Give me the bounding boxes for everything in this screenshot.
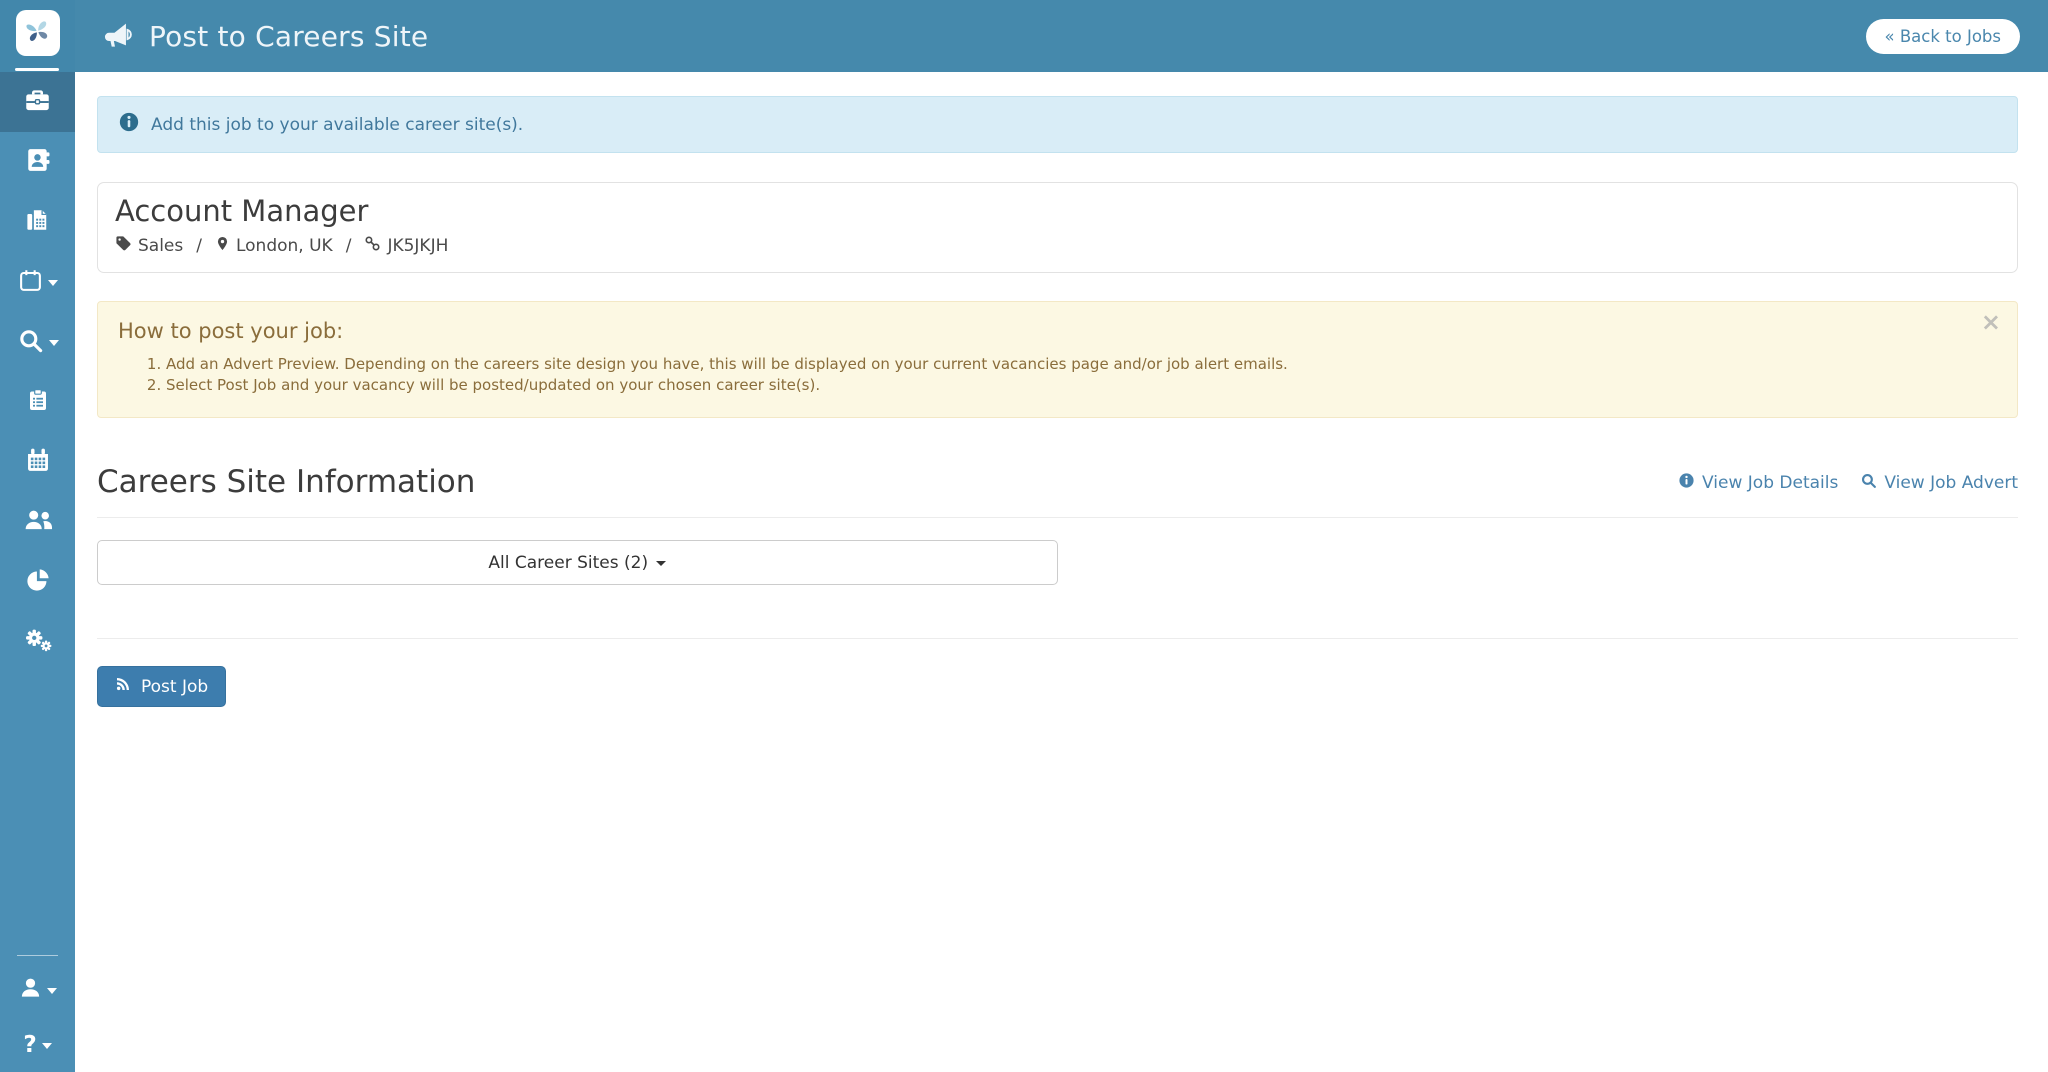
view-job-advert-label: View Job Advert: [1884, 473, 2018, 493]
bullhorn-icon: [103, 20, 132, 53]
how-to-alert: × How to post your job: Add an Advert Pr…: [97, 301, 2018, 418]
caret-down-icon: [656, 561, 666, 566]
job-location: London, UK: [215, 235, 333, 257]
info-banner: Add this job to your available career si…: [97, 96, 2018, 153]
job-location-label: London, UK: [236, 236, 333, 256]
address-book-icon: [25, 147, 51, 177]
clipboard-icon: [26, 387, 50, 417]
meta-separator: /: [193, 236, 205, 256]
sidebar-bottom: ?: [0, 955, 75, 1072]
page-title: Post to Careers Site: [149, 20, 428, 53]
career-sites-dropdown-label: All Career Sites (2): [488, 553, 648, 573]
logo-area: [0, 0, 75, 72]
job-department: Sales: [115, 235, 183, 257]
job-summary-card: Account Manager Sales / London, UK: [97, 182, 2018, 273]
divider: [97, 638, 2018, 639]
meta-separator: /: [343, 236, 355, 256]
chevron-down-icon: [47, 988, 57, 994]
job-title: Account Manager: [115, 194, 2000, 228]
view-job-details-link[interactable]: View Job Details: [1678, 472, 1838, 494]
info-circle-icon: [118, 111, 151, 138]
chevron-down-icon: [48, 280, 58, 286]
careers-section-title: Careers Site Information: [97, 464, 475, 500]
question-mark-icon: ?: [23, 1032, 36, 1058]
job-department-label: Sales: [138, 236, 183, 256]
search-icon: [1860, 472, 1877, 494]
sidebar: ?: [0, 0, 75, 1072]
divider: [97, 517, 2018, 518]
calendar-filled-icon: [25, 447, 51, 477]
link-icon: [364, 235, 381, 257]
post-job-label: Post Job: [141, 677, 208, 697]
view-job-details-label: View Job Details: [1702, 473, 1838, 493]
rss-icon: [115, 676, 131, 697]
how-to-steps: Add an Advert Preview. Depending on the …: [118, 354, 1997, 396]
sidebar-item-settings[interactable]: [0, 612, 75, 672]
job-reference: JK5JKJH: [364, 235, 448, 257]
how-to-step: Add an Advert Preview. Depending on the …: [166, 354, 1997, 375]
calendar-outline-icon: [18, 268, 43, 297]
post-job-button[interactable]: Post Job: [97, 666, 226, 707]
sidebar-item-schedule[interactable]: [0, 432, 75, 492]
map-marker-icon: [215, 235, 230, 257]
close-icon[interactable]: ×: [1981, 310, 2001, 334]
view-job-advert-link[interactable]: View Job Advert: [1860, 472, 2018, 494]
sidebar-item-help[interactable]: ?: [0, 1017, 75, 1072]
briefcase-icon: [24, 87, 51, 118]
info-circle-icon: [1678, 472, 1695, 494]
sidebar-item-candidates[interactable]: [0, 132, 75, 192]
sidebar-divider: [17, 955, 58, 956]
sidebar-item-calendar-menu[interactable]: [0, 252, 75, 312]
career-sites-dropdown[interactable]: All Career Sites (2): [97, 540, 1058, 585]
sidebar-item-jobs[interactable]: [0, 72, 75, 132]
careers-section-links: View Job Details View Job Advert: [1678, 472, 2018, 500]
pie-chart-icon: [25, 567, 51, 597]
sidebar-item-tasks[interactable]: [0, 372, 75, 432]
job-meta: Sales / London, UK /: [115, 235, 2000, 257]
page-header: Post to Careers Site « Back to Jobs: [75, 0, 2048, 72]
cogs-icon: [24, 627, 52, 657]
fax-icon: [25, 207, 51, 237]
how-to-step: Select Post Job and your vacancy will be…: [166, 375, 1997, 396]
sidebar-item-users[interactable]: [0, 492, 75, 552]
users-icon: [24, 507, 52, 537]
tag-icon: [115, 235, 132, 257]
butterfly-logo-icon: [22, 16, 53, 51]
sidebar-item-reports[interactable]: [0, 552, 75, 612]
main-content: Add this job to your available career si…: [75, 72, 2048, 1072]
how-to-heading: How to post your job:: [118, 319, 1997, 343]
logo-active-underline: [15, 68, 59, 71]
back-to-jobs-button[interactable]: « Back to Jobs: [1866, 19, 2020, 54]
user-icon: [19, 976, 42, 1003]
careers-section-header: Careers Site Information View Job Detail…: [97, 464, 2018, 500]
chevron-down-icon: [49, 340, 59, 346]
chevron-down-icon: [42, 1043, 52, 1049]
sidebar-item-account[interactable]: [0, 962, 75, 1017]
info-banner-text: Add this job to your available career si…: [151, 115, 523, 135]
sidebar-item-fax[interactable]: [0, 192, 75, 252]
sidebar-item-search-menu[interactable]: [0, 312, 75, 372]
app-logo[interactable]: [16, 10, 60, 56]
job-reference-label: JK5JKJH: [387, 236, 448, 256]
search-icon: [17, 327, 44, 358]
